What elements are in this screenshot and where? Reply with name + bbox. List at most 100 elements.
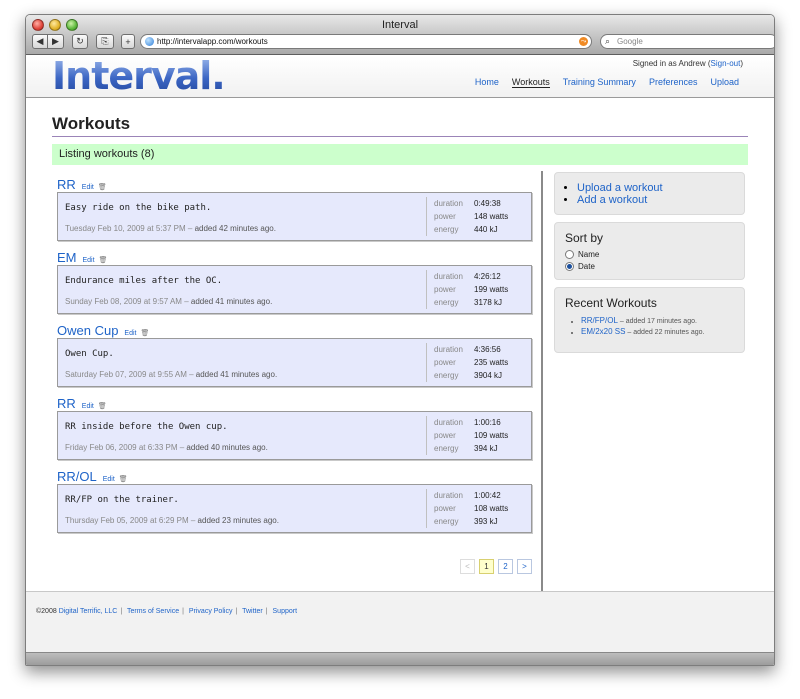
duration-value: 1:00:42 bbox=[474, 491, 501, 500]
radio-icon[interactable] bbox=[565, 250, 574, 259]
footer-support-link[interactable]: Support bbox=[273, 608, 298, 615]
trash-icon[interactable]: 🗑 bbox=[140, 329, 149, 337]
column-divider bbox=[541, 171, 543, 591]
trash-icon[interactable]: 🗑 bbox=[99, 256, 108, 264]
workout-added: added 41 minutes ago. bbox=[190, 297, 273, 306]
search-field[interactable]: ⌕ Google bbox=[600, 34, 774, 49]
next-page-button[interactable]: > bbox=[517, 559, 532, 574]
workout-added: added 42 minutes ago. bbox=[194, 224, 276, 233]
sidebar: Upload a workout Add a workout Sort by N… bbox=[554, 172, 745, 360]
upload-workout-link[interactable]: Upload a workout bbox=[577, 182, 663, 194]
site-header: Interval. Signed in as Andrew (Sign-out)… bbox=[26, 54, 774, 98]
workout-description: RR inside before the Owen cup. bbox=[65, 422, 228, 432]
recent-workout-link[interactable]: RR/FP/OL bbox=[581, 316, 618, 325]
workout-item: RR Edit 🗑 RR inside before the Owen cup.… bbox=[57, 396, 532, 460]
sort-name-option[interactable]: Name bbox=[565, 250, 734, 259]
sort-name-label: Name bbox=[578, 250, 600, 259]
rss-icon[interactable]: ⤳ bbox=[579, 37, 588, 46]
footer-links: ©2008 Digital Terrific, LLC | Terms of Se… bbox=[36, 608, 298, 615]
sort-title: Sort by bbox=[565, 231, 604, 245]
workout-title-link[interactable]: EM bbox=[57, 250, 77, 265]
search-placeholder: Google bbox=[617, 37, 643, 46]
workout-item: EM Edit 🗑 Endurance miles after the OC. … bbox=[57, 250, 532, 314]
trash-icon[interactable]: 🗑 bbox=[119, 475, 128, 483]
power-label: power bbox=[434, 431, 456, 440]
add-workout-link[interactable]: Add a workout bbox=[577, 194, 647, 206]
nav-upload[interactable]: Upload bbox=[710, 77, 739, 88]
bookmark-button[interactable]: ⎘ bbox=[96, 34, 114, 49]
actions-panel: Upload a workout Add a workout bbox=[554, 172, 745, 215]
reload-button[interactable]: ↻ bbox=[72, 34, 88, 49]
title-bar: Interval ◀ ▶ ↻ ⎘ + http://intervalapp.co… bbox=[26, 15, 774, 55]
pagination: < 1 2 > bbox=[460, 559, 532, 574]
add-bookmark-button[interactable]: + bbox=[121, 34, 135, 49]
workout-item: RR/OL Edit 🗑 RR/FP on the trainer. Thurs… bbox=[57, 469, 532, 533]
sort-date-option[interactable]: Date bbox=[565, 262, 734, 271]
edit-link[interactable]: Edit bbox=[103, 476, 115, 483]
footer-company-link[interactable]: Digital Terrific, LLC bbox=[59, 608, 118, 615]
energy-label: energy bbox=[434, 517, 459, 526]
power-label: power bbox=[434, 504, 456, 513]
address-bar[interactable]: http://intervalapp.com/workouts ⤳ bbox=[140, 34, 592, 49]
nav-preferences[interactable]: Preferences bbox=[649, 77, 698, 88]
trash-icon[interactable]: 🗑 bbox=[98, 183, 107, 191]
edit-link[interactable]: Edit bbox=[83, 257, 95, 264]
workout-meta: Saturday Feb 07, 2009 at 9:55 AM – added… bbox=[65, 370, 278, 379]
workout-description: Easy ride on the bike path. bbox=[65, 203, 212, 213]
browser-toolbar: ◀ ▶ ↻ ⎘ + http://intervalapp.com/workout… bbox=[32, 33, 774, 50]
footer-terms-link[interactable]: Terms of Service bbox=[127, 608, 179, 615]
nav-training-summary[interactable]: Training Summary bbox=[563, 77, 636, 88]
signed-in-text: Signed in as Andrew bbox=[632, 59, 706, 68]
power-value: 235 watts bbox=[474, 358, 509, 367]
workout-title-link[interactable]: RR bbox=[57, 396, 76, 411]
energy-label: energy bbox=[434, 444, 459, 453]
radio-selected-icon[interactable] bbox=[565, 262, 574, 271]
power-label: power bbox=[434, 212, 456, 221]
recent-added: added 17 minutes ago. bbox=[625, 318, 697, 325]
url-text: http://intervalapp.com/workouts bbox=[157, 37, 268, 46]
workout-stats: duration 4:26:12 power 199 watts energy 317… bbox=[426, 270, 508, 309]
workout-meta: Thursday Feb 05, 2009 at 6:29 PM – added… bbox=[65, 516, 279, 525]
energy-label: energy bbox=[434, 371, 459, 380]
page-1-button[interactable]: 1 bbox=[479, 559, 494, 574]
trash-icon[interactable]: 🗑 bbox=[98, 402, 107, 410]
main-nav: Home Workouts Training Summary Preferenc… bbox=[475, 77, 739, 88]
workout-card: RR inside before the Owen cup. Friday Fe… bbox=[57, 411, 532, 460]
power-value: 108 watts bbox=[474, 504, 509, 513]
workout-card: Owen Cup. Saturday Feb 07, 2009 at 9:55 … bbox=[57, 338, 532, 387]
workout-date: Saturday Feb 07, 2009 at 9:55 AM bbox=[65, 370, 187, 379]
duration-value: 4:26:12 bbox=[474, 272, 501, 281]
duration-label: duration bbox=[434, 272, 463, 281]
footer-privacy-link[interactable]: Privacy Policy bbox=[189, 608, 233, 615]
duration-value: 4:36:56 bbox=[474, 345, 501, 354]
footer-twitter-link[interactable]: Twitter bbox=[242, 608, 263, 615]
edit-link[interactable]: Edit bbox=[82, 184, 94, 191]
workout-card: Endurance miles after the OC. Sunday Feb… bbox=[57, 265, 532, 314]
workout-item: Owen Cup Edit 🗑 Owen Cup. Saturday Feb 0… bbox=[57, 323, 532, 387]
duration-label: duration bbox=[434, 418, 463, 427]
workout-card: RR/FP on the trainer. Thursday Feb 05, 2… bbox=[57, 484, 532, 533]
edit-link[interactable]: Edit bbox=[124, 330, 136, 337]
edit-link[interactable]: Edit bbox=[82, 403, 94, 410]
back-button[interactable]: ◀ bbox=[32, 34, 48, 49]
workout-title-link[interactable]: Owen Cup bbox=[57, 323, 118, 338]
logo[interactable]: Interval. bbox=[52, 54, 226, 98]
nav-workouts[interactable]: Workouts bbox=[511, 77, 550, 88]
workout-stats: duration 1:00:16 power 109 watts energy 394… bbox=[426, 416, 508, 455]
nav-home[interactable]: Home bbox=[475, 77, 499, 88]
globe-icon bbox=[145, 37, 154, 46]
power-label: power bbox=[434, 358, 456, 367]
sign-out-link[interactable]: Sign-out bbox=[711, 59, 741, 68]
workout-title-link[interactable]: RR bbox=[57, 177, 76, 192]
forward-button[interactable]: ▶ bbox=[48, 34, 64, 49]
energy-label: energy bbox=[434, 298, 459, 307]
workout-title-link[interactable]: RR/OL bbox=[57, 469, 97, 484]
power-label: power bbox=[434, 285, 456, 294]
recent-workout-link[interactable]: EM/2x20 SS bbox=[581, 327, 625, 336]
prev-page-button[interactable]: < bbox=[460, 559, 475, 574]
workout-card: Easy ride on the bike path. Tuesday Feb … bbox=[57, 192, 532, 241]
duration-label: duration bbox=[434, 199, 463, 208]
recent-workouts-panel: Recent Workouts RR/FP/OL – added 17 minu… bbox=[554, 287, 745, 353]
page-2-button[interactable]: 2 bbox=[498, 559, 513, 574]
energy-value: 393 kJ bbox=[474, 517, 498, 526]
